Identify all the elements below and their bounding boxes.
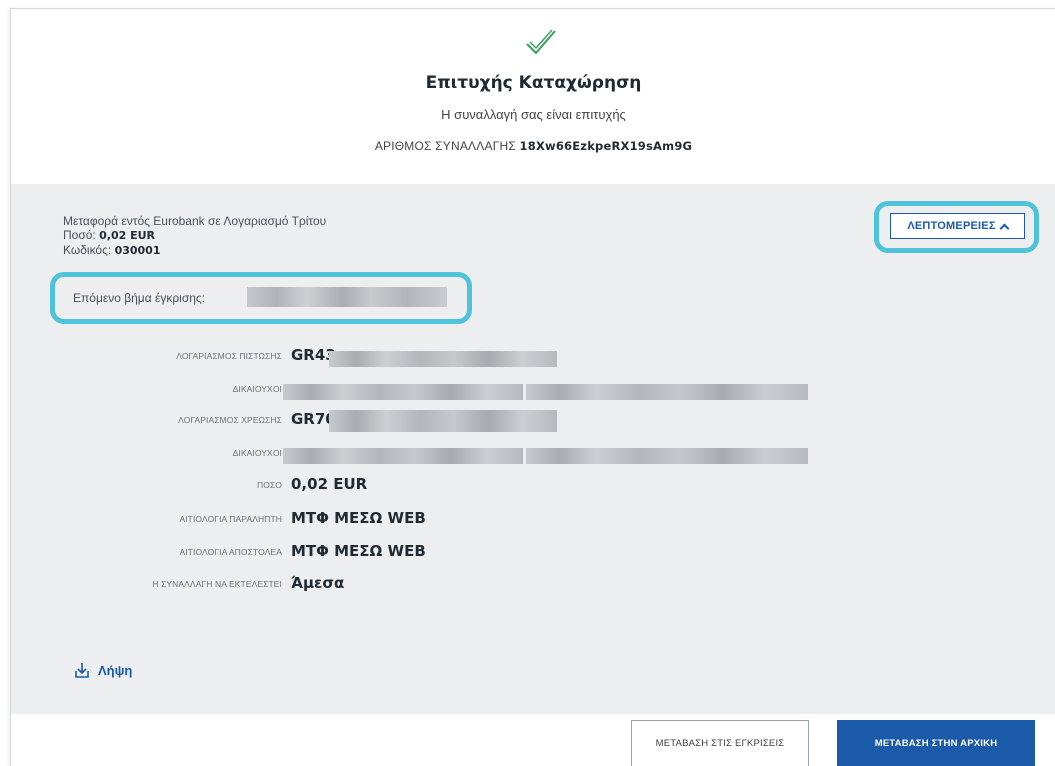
checkmark-icon bbox=[526, 29, 556, 54]
transaction-number-value: 18Xw66EzkpeRX19sAm9G bbox=[519, 139, 693, 153]
details-highlight-annotation bbox=[874, 201, 1039, 253]
detail-label: Η ΣΥΝΑΛΛΑΓΗ ΝΑ ΕΚΤΕΛΕΣΤΕΙ bbox=[152, 579, 282, 589]
success-header: Επιτυχής Καταχώρηση Η συναλλαγή σας είνα… bbox=[11, 9, 1055, 184]
detail-label: ΛΟΓΑΡΙΑΣΜΟΣ ΠΙΣΤΩΣΗΣ bbox=[176, 351, 282, 361]
detail-value: 0,02 EUR bbox=[291, 475, 368, 493]
detail-row-beneficiaries: ΔΙΚΑΙΟΥΧΟΙ bbox=[11, 441, 1055, 469]
transaction-number-label: ΑΡΙΘΜΟΣ ΣΥΝΑΛΛΑΓΗΣ bbox=[374, 139, 516, 153]
detail-row-debit-account: ΛΟΓΑΡΙΑΣΜΟΣ ΧΡΕΩΣΗΣ GR70 bbox=[11, 408, 1055, 436]
summary-code-label: Κωδικός: bbox=[63, 243, 112, 257]
detail-label: ΑΙΤΙΟΛΟΓΙΑ ΑΠΟΣΤΟΛΕΑ bbox=[179, 547, 282, 557]
summary-code: Κωδικός: 030001 bbox=[63, 243, 326, 258]
transfer-summary: Μεταφορά εντός Eurobank σε Λογαριασμό Τρ… bbox=[63, 214, 326, 258]
transaction-details-panel: Μεταφορά εντός Eurobank σε Λογαριασμό Τρ… bbox=[11, 184, 1055, 714]
download-link[interactable]: Λήψη bbox=[74, 662, 132, 678]
redacted-value bbox=[283, 384, 523, 400]
detail-label: ΑΙΤΙΟΛΟΓΙΑ ΠΑΡΑΛΗΠΤΗ bbox=[179, 514, 282, 524]
redacted-value bbox=[526, 448, 808, 464]
redacted-value bbox=[329, 351, 557, 367]
detail-label: ΠΟΣΟ bbox=[256, 480, 282, 490]
go-to-approvals-button[interactable]: ΜΕΤΑΒΑΣΗ ΣΤΙΣ ΕΓΚΡΙΣΕΙΣ bbox=[631, 720, 809, 766]
redacted-value bbox=[283, 448, 523, 464]
download-label: Λήψη bbox=[98, 662, 133, 678]
summary-amount-value: 0,02 EUR bbox=[99, 229, 155, 242]
success-subtitle: Η συναλλαγή σας είναι επιτυχής bbox=[441, 107, 626, 122]
summary-code-value: 030001 bbox=[114, 244, 161, 257]
page-title: Επιτυχής Καταχώρηση bbox=[425, 73, 642, 93]
download-icon bbox=[75, 663, 89, 678]
detail-label: ΔΙΚΑΙΟΥΧΟΙ bbox=[232, 448, 282, 458]
detail-label: ΔΙΚΑΙΟΥΧΟΙ bbox=[232, 384, 282, 394]
redacted-value bbox=[329, 410, 557, 432]
detail-label: ΛΟΓΑΡΙΑΣΜΟΣ ΧΡΕΩΣΗΣ bbox=[178, 415, 282, 425]
go-to-home-button[interactable]: ΜΕΤΑΒΑΣΗ ΣΤΗΝ ΑΡΧΙΚΗ bbox=[837, 720, 1035, 766]
detail-row-recipient-reason: ΑΙΤΙΟΛΟΓΙΑ ΠΑΡΑΛΗΠΤΗ ΜΤΦ ΜΕΣΩ WEB bbox=[11, 507, 1055, 535]
detail-row-beneficiaries: ΔΙΚΑΙΟΥΧΟΙ bbox=[11, 377, 1055, 405]
next-step-highlight-annotation bbox=[50, 272, 472, 324]
detail-row-amount: ΠΟΣΟ 0,02 EUR bbox=[11, 473, 1055, 501]
detail-row-sender-reason: ΑΙΤΙΟΛΟΓΙΑ ΑΠΟΣΤΟΛΕΑ ΜΤΦ ΜΕΣΩ WEB bbox=[11, 540, 1055, 568]
redacted-value bbox=[526, 384, 808, 400]
detail-value: Άμεσα bbox=[291, 574, 345, 592]
transaction-number: ΑΡΙΘΜΟΣ ΣΥΝΑΛΛΑΓΗΣ 18Xw66EzkpeRX19sAm9G bbox=[11, 139, 1055, 153]
summary-amount: Ποσό: 0,02 EUR bbox=[63, 228, 326, 243]
detail-value: ΜΤΦ ΜΕΣΩ WEB bbox=[291, 509, 426, 527]
detail-row-execution: Η ΣΥΝΑΛΛΑΓΗ ΝΑ ΕΚΤΕΛΕΣΤΕΙ Άμεσα bbox=[11, 572, 1055, 600]
confirmation-card: Επιτυχής Καταχώρηση Η συναλλαγή σας είνα… bbox=[10, 8, 1055, 766]
detail-row-credit-account: ΛΟΓΑΡΙΑΣΜΟΣ ΠΙΣΤΩΣΗΣ GR43 bbox=[11, 344, 1055, 372]
summary-amount-label: Ποσό: bbox=[63, 228, 96, 242]
transfer-description: Μεταφορά εντός Eurobank σε Λογαριασμό Τρ… bbox=[63, 214, 327, 228]
detail-value: ΜΤΦ ΜΕΣΩ WEB bbox=[291, 542, 426, 560]
